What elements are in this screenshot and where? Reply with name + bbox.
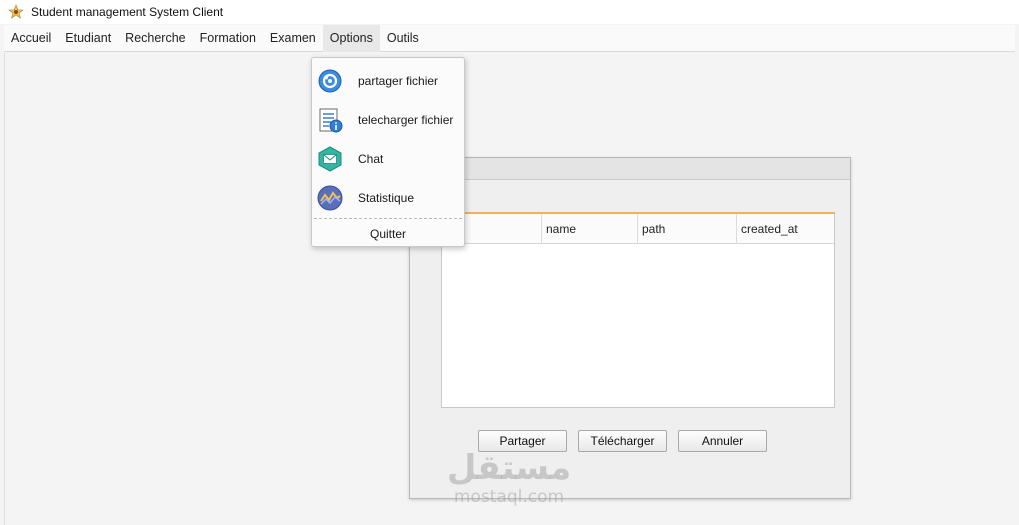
menu-formation[interactable]: Formation xyxy=(193,25,263,52)
watermark: مستقل mostaql.com xyxy=(444,448,574,518)
app-logo-icon xyxy=(8,4,24,20)
table-header: name path created_at xyxy=(442,214,834,244)
menu-item-label: Statistique xyxy=(358,191,415,205)
menu-item-label: telecharger fichier xyxy=(358,113,454,127)
chart-wave-icon xyxy=(315,183,345,213)
menu-item-quit[interactable]: Quitter xyxy=(312,223,464,245)
share-refresh-icon xyxy=(315,66,345,96)
table-body[interactable] xyxy=(442,244,834,404)
table-column-created-at[interactable]: created_at xyxy=(737,214,834,244)
table-column-path[interactable]: path xyxy=(638,214,737,244)
menu-accueil[interactable]: Accueil xyxy=(4,25,58,52)
menu-item-statistics[interactable]: Statistique xyxy=(312,179,464,217)
cancel-button[interactable]: Annuler xyxy=(678,430,767,452)
internal-frame-titlebar[interactable] xyxy=(410,158,850,180)
menu-recherche[interactable]: Recherche xyxy=(118,25,192,52)
menu-separator xyxy=(314,218,462,219)
download-button[interactable]: Télécharger xyxy=(578,430,667,452)
envelope-icon xyxy=(315,144,345,174)
watermark-latin-text: mostaql.com xyxy=(453,487,565,507)
menu-options[interactable]: Options xyxy=(322,24,380,52)
table-column-name[interactable]: name xyxy=(542,214,638,244)
files-table[interactable]: name path created_at xyxy=(441,212,835,408)
menu-bar: Accueil Etudiant Recherche Formation Exa… xyxy=(4,24,1015,52)
menu-item-chat[interactable]: Chat xyxy=(312,140,464,178)
menu-item-download-file[interactable]: telecharger fichier xyxy=(312,101,464,139)
watermark-arabic-text: مستقل xyxy=(446,448,572,488)
menu-item-label: partager fichier xyxy=(358,74,439,88)
menu-item-share-file[interactable]: partager fichier xyxy=(312,62,464,100)
window-title: Student management System Client xyxy=(31,5,224,19)
title-bar: Student management System Client xyxy=(0,0,1019,24)
menu-examen[interactable]: Examen xyxy=(263,25,323,52)
menu-item-label: Chat xyxy=(358,152,384,166)
document-info-icon xyxy=(315,105,345,135)
options-dropdown-menu: partager fichier telecharger fichier Cha… xyxy=(311,57,465,247)
menu-outils[interactable]: Outils xyxy=(380,25,426,52)
menu-etudiant[interactable]: Etudiant xyxy=(58,25,118,52)
